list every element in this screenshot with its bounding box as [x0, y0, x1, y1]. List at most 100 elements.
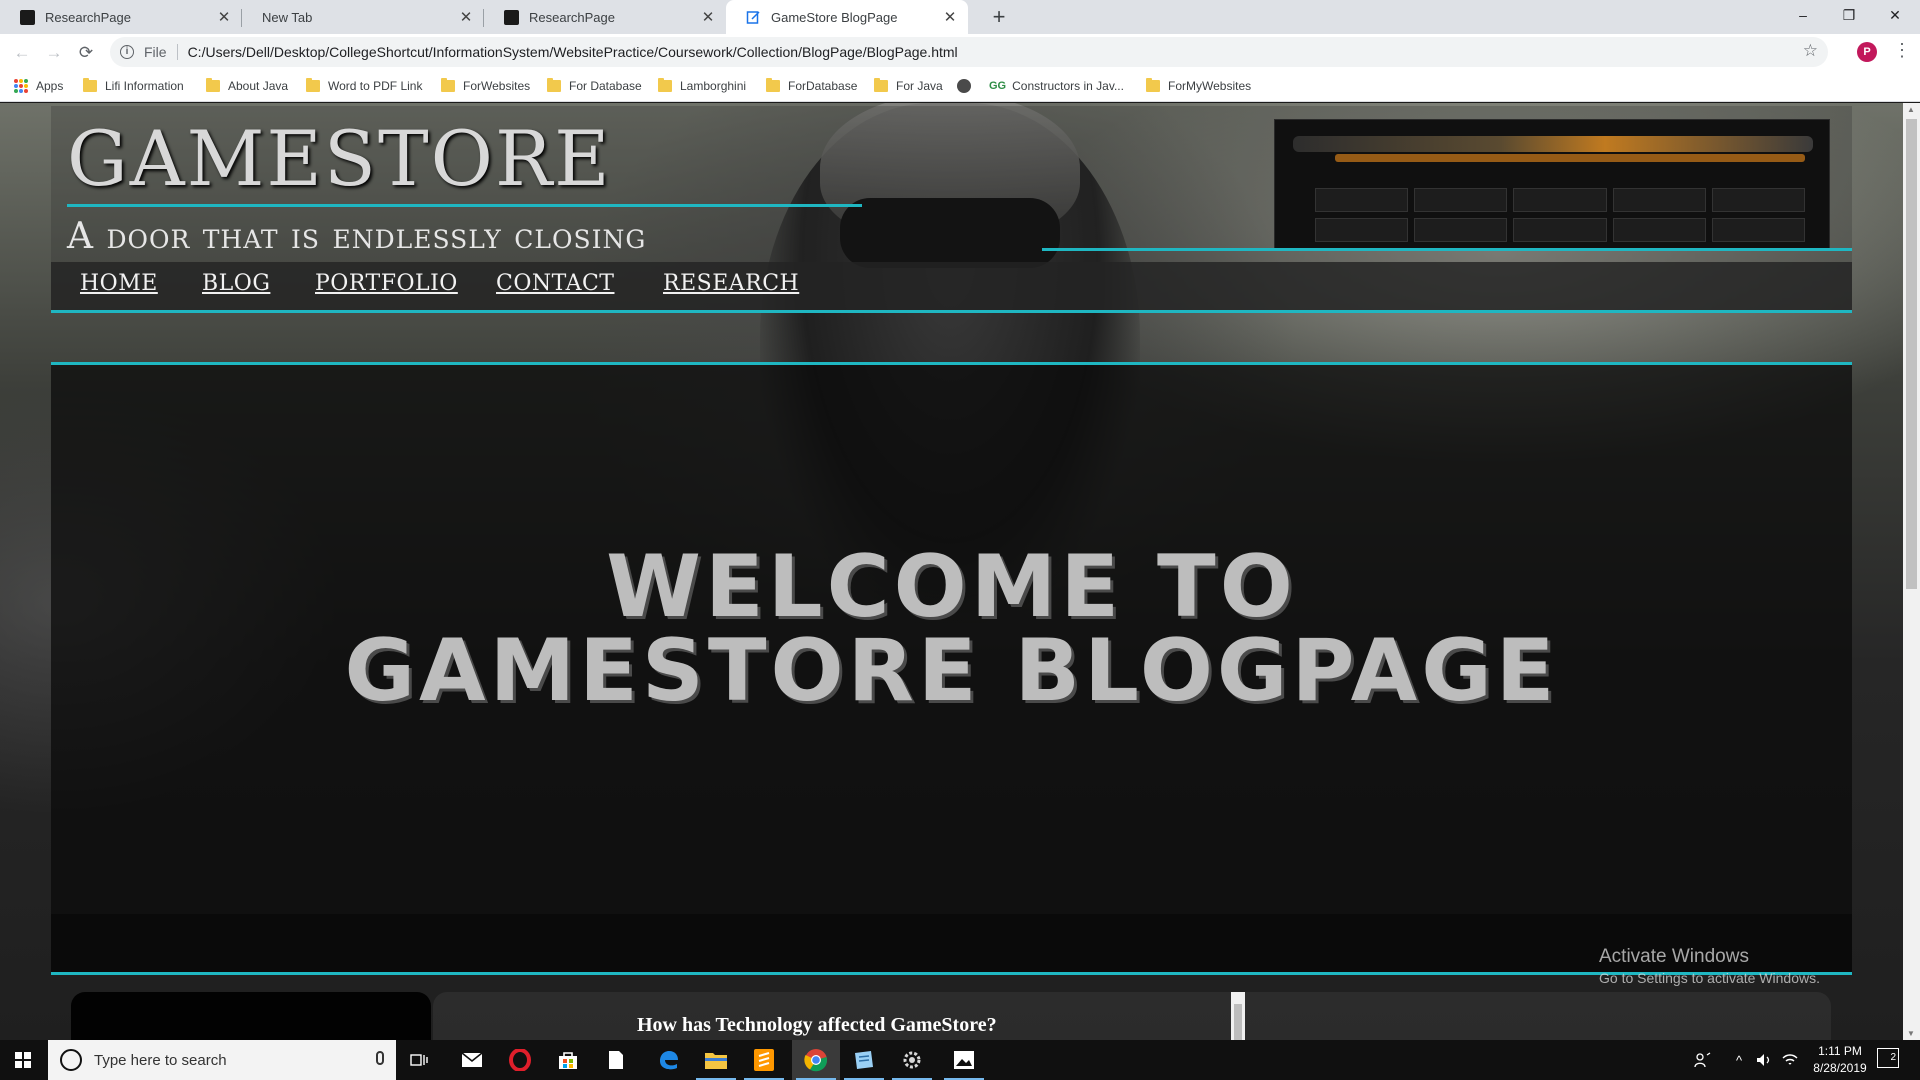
scrollbar-thumb[interactable] [1906, 119, 1917, 589]
info-icon[interactable]: i [120, 45, 134, 59]
tab-close-icon[interactable]: ✕ [700, 8, 716, 26]
hero-section: WELCOME TO GAMESTORE BLOGPAGE [51, 362, 1852, 975]
browser-toolbar: ← → ⟳ i File C:/Users/Dell/Desktop/Colle… [0, 34, 1920, 70]
microphone-icon[interactable] [376, 1051, 384, 1065]
taskbar-search-box[interactable]: Type here to search [48, 1040, 396, 1080]
hero-title-line-2: GAMESTORE BLOGPAGE [344, 621, 1559, 721]
restore-button[interactable]: ❐ [1826, 0, 1872, 30]
search-placeholder: Type here to search [94, 1051, 227, 1069]
address-bar[interactable]: i File C:/Users/Dell/Desktop/CollegeShor… [110, 37, 1828, 67]
tab-gamestore-blogpage[interactable]: GameStore BlogPage ✕ [726, 0, 968, 34]
scroll-up-icon[interactable]: ▲ [1907, 105, 1915, 114]
site-nav: HOME BLOG PORTFOLIO CONTACT RESEARCH [51, 262, 1852, 313]
bookmark-fordatabase[interactable]: ForDatabase [766, 76, 857, 96]
edge-icon[interactable] [644, 1040, 692, 1080]
store-icon[interactable] [544, 1040, 592, 1080]
nav-link-blog[interactable]: BLOG [202, 271, 270, 296]
settings-icon[interactable] [888, 1040, 936, 1080]
bookmark-formywebsites[interactable]: ForMyWebsites [1146, 76, 1251, 96]
bookmark-apps[interactable]: Apps [14, 76, 63, 96]
bookmark-label: Constructors in Jav... [1012, 79, 1124, 93]
bookmark-label: Lifi Information [105, 79, 184, 93]
scroll-down-icon[interactable]: ▼ [1907, 1029, 1915, 1038]
nav-link-research[interactable]: RESEARCH [663, 271, 799, 296]
bookmark-label: Apps [36, 79, 64, 93]
close-window-button[interactable]: ✕ [1872, 0, 1918, 30]
nav-link-portfolio[interactable]: PORTFOLIO [315, 271, 458, 296]
bookmark-globe[interactable] [957, 76, 979, 96]
forward-button[interactable]: → [41, 40, 67, 66]
bookmark-star-icon[interactable]: ☆ [1803, 41, 1818, 61]
bookmark-label: About Java [228, 79, 289, 93]
bookmark-lamborghini[interactable]: Lamborghini [658, 76, 746, 96]
page-icon [746, 10, 760, 24]
minimize-button[interactable]: – [1780, 0, 1826, 30]
start-button[interactable] [0, 1040, 46, 1080]
cortana-icon [60, 1049, 82, 1071]
bookmarks-bar: Apps Lifi Information About Java Word to… [0, 70, 1920, 102]
activate-windows-watermark: Activate Windows Go to Settings to activ… [1599, 946, 1820, 986]
tab-research-page-1[interactable]: ResearchPage ✕ [0, 0, 242, 34]
windows-logo-icon [15, 1052, 31, 1068]
bookmark-label: Word to PDF Link [328, 79, 423, 93]
loadout-slots [1315, 188, 1805, 242]
hero-title: WELCOME TO GAMESTORE BLOGPAGE [51, 544, 1852, 721]
bookmark-label: ForDatabase [788, 79, 858, 93]
action-center-icon[interactable]: 2 [1877, 1048, 1899, 1068]
clock-time: 1:11 PM [1818, 1044, 1862, 1058]
bookmark-forwebsites[interactable]: ForWebsites [441, 76, 530, 96]
reload-button[interactable]: ⟳ [73, 40, 99, 66]
tab-close-icon[interactable]: ✕ [942, 8, 958, 26]
banner-underline [1042, 248, 1852, 251]
volume-icon[interactable] [1756, 1040, 1772, 1080]
opera-icon[interactable] [496, 1040, 544, 1080]
article-panel: How has Technology affected GameStore? [433, 992, 1831, 1040]
article-heading: How has Technology affected GameStore? [637, 1014, 997, 1036]
photos-icon[interactable] [940, 1040, 988, 1080]
bookmark-label: ForWebsites [463, 79, 531, 93]
bookmark-for-java[interactable]: For Java [874, 76, 943, 96]
tab-new-tab[interactable]: New Tab ✕ [242, 0, 484, 34]
tab-title: ResearchPage [529, 9, 615, 25]
tab-research-page-2[interactable]: ResearchPage ✕ [484, 0, 726, 34]
tab-close-icon[interactable]: ✕ [216, 8, 232, 26]
bookmark-constructors-in-java[interactable]: GG Constructors in Jav... [989, 76, 1124, 96]
article-scrollbar[interactable] [1231, 992, 1245, 1040]
sublime-text-icon[interactable] [740, 1040, 788, 1080]
tab-title: GameStore BlogPage [771, 9, 898, 25]
new-tab-button[interactable]: + [985, 3, 1013, 31]
notepad-icon[interactable] [840, 1040, 888, 1080]
taskbar-clock[interactable]: 1:11 PM 8/28/2019 [1805, 1043, 1875, 1077]
page-scrollbar[interactable]: ▲ ▼ [1903, 103, 1920, 1040]
file-icon[interactable] [592, 1040, 640, 1080]
bookmark-about-java[interactable]: About Java [206, 76, 288, 96]
tab-close-icon[interactable]: ✕ [458, 8, 474, 26]
file-explorer-icon[interactable] [692, 1040, 740, 1080]
bookmark-lifi-information[interactable]: Lifi Information [83, 76, 184, 96]
folder-icon [1146, 78, 1160, 92]
nav-link-home[interactable]: HOME [80, 271, 158, 296]
url-text[interactable]: C:/Users/Dell/Desktop/CollegeShortcut/In… [188, 44, 958, 60]
scheme-label: File [144, 44, 167, 60]
back-button[interactable]: ← [9, 40, 35, 66]
notification-count: 2 [1890, 1052, 1896, 1063]
chrome-icon[interactable] [792, 1040, 840, 1080]
dark-square-icon [504, 9, 519, 25]
bookmark-for-database[interactable]: For Database [547, 76, 642, 96]
folder-icon [441, 78, 455, 92]
task-view-icon[interactable] [396, 1040, 444, 1080]
hero-bottom-band [51, 914, 1852, 972]
bookmark-word-to-pdf-link[interactable]: Word to PDF Link [306, 76, 422, 96]
wifi-icon[interactable] [1782, 1040, 1798, 1080]
bookmark-label: ForMyWebsites [1168, 79, 1252, 93]
menu-icon[interactable]: ⋮ [1893, 40, 1911, 61]
clock-date: 8/28/2019 [1813, 1061, 1867, 1075]
header-game-banner-image [1274, 119, 1830, 249]
profile-avatar[interactable]: P [1857, 42, 1877, 62]
folder-icon [874, 78, 888, 92]
people-icon[interactable] [1694, 1040, 1712, 1080]
mail-icon[interactable] [448, 1040, 496, 1080]
omnibox-divider [176, 44, 178, 60]
show-hidden-icons-icon[interactable]: ^ [1736, 1040, 1742, 1080]
nav-link-contact[interactable]: CONTACT [496, 271, 614, 296]
